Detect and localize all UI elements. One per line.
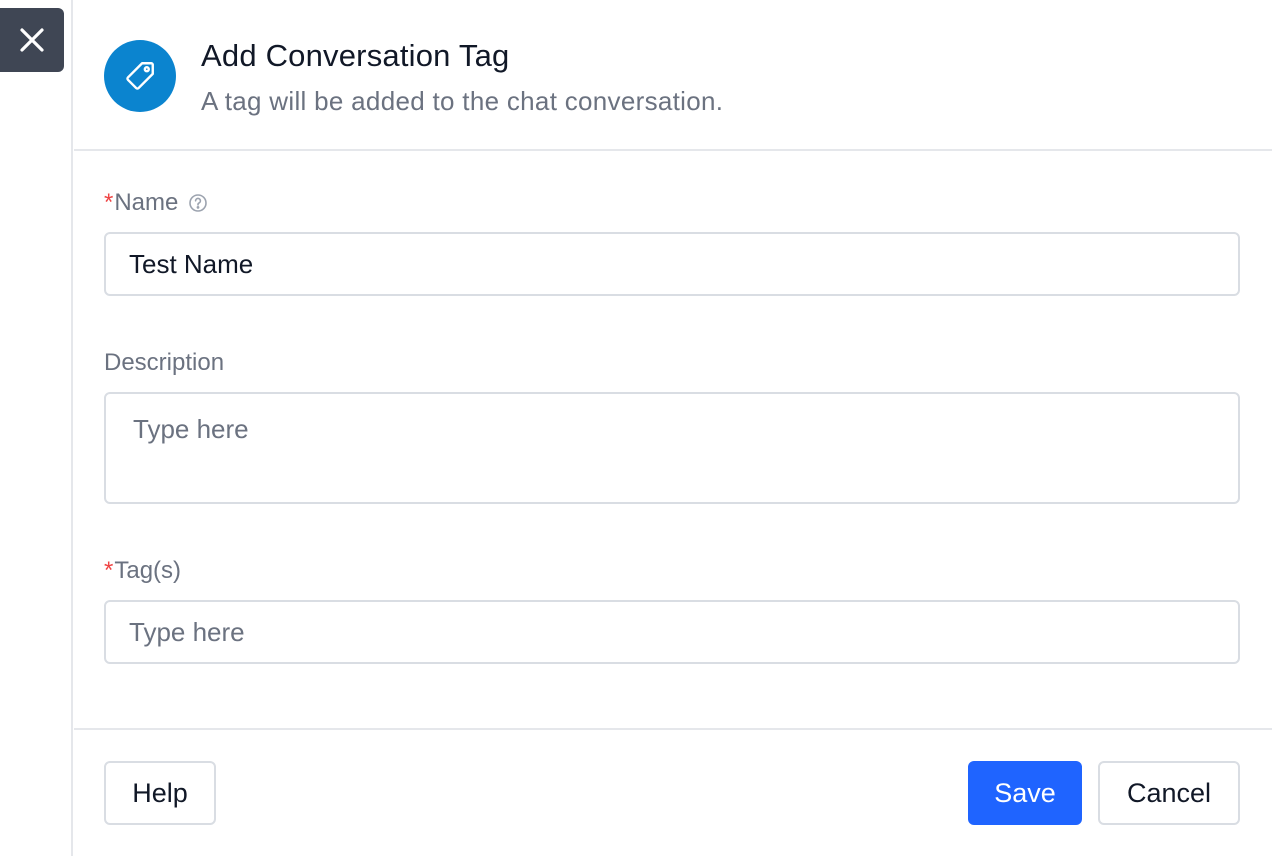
drawer-panel: Add Conversation Tag A tag will be added… bbox=[74, 0, 1272, 856]
page-title: Add Conversation Tag bbox=[201, 38, 510, 73]
help-circle-icon[interactable] bbox=[188, 193, 208, 213]
name-label: * Name bbox=[104, 189, 208, 217]
name-input-value: Test Name bbox=[129, 248, 254, 279]
help-button[interactable]: Help bbox=[104, 761, 216, 825]
save-button[interactable]: Save bbox=[968, 761, 1082, 825]
description-label: Description bbox=[104, 349, 224, 377]
tags-input[interactable]: Type here bbox=[104, 600, 1240, 664]
page-subtitle: A tag will be added to the chat conversa… bbox=[201, 86, 724, 116]
tags-label: * Tag(s) bbox=[104, 557, 181, 585]
required-marker: * bbox=[104, 189, 114, 216]
description-label-text: Description bbox=[104, 349, 225, 376]
name-label-text: Name bbox=[114, 189, 179, 216]
name-input[interactable]: Test Name bbox=[104, 232, 1240, 296]
drawer-footer: Help Save Cancel bbox=[74, 728, 1272, 856]
required-marker: * bbox=[104, 557, 114, 584]
close-button[interactable] bbox=[0, 8, 64, 72]
close-icon bbox=[20, 28, 44, 52]
drawer-header: Add Conversation Tag A tag will be added… bbox=[74, 0, 1272, 151]
header-icon-badge bbox=[104, 40, 176, 112]
left-gutter bbox=[0, 0, 73, 856]
tag-icon bbox=[126, 62, 154, 90]
tags-label-text: Tag(s) bbox=[114, 557, 182, 584]
description-placeholder: Type here bbox=[133, 414, 249, 444]
cancel-button[interactable]: Cancel bbox=[1098, 761, 1240, 825]
description-textarea[interactable]: Type here bbox=[104, 392, 1240, 504]
tags-placeholder: Type here bbox=[129, 616, 245, 647]
